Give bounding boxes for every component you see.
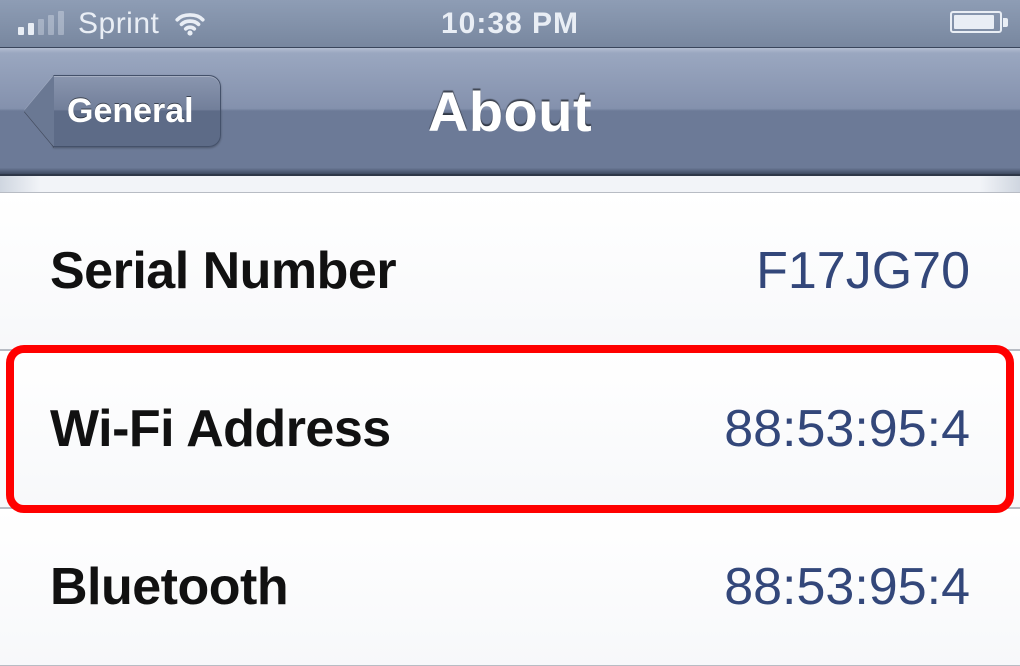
battery-icon [950,11,1002,33]
row-value: F17JG70 [756,241,970,301]
back-button[interactable]: General [24,75,221,147]
row-wifi-address[interactable]: Wi-Fi Address 88:53:95:4 [0,351,1020,509]
status-right-cluster [950,7,1002,41]
row-value: 88:53:95:4 [724,557,970,617]
list-container: Serial Number F17JG70 Wi-Fi Address 88:5… [0,176,1020,666]
signal-bars-icon [18,13,64,35]
back-button-label: General [67,92,194,131]
row-label: Wi-Fi Address [50,399,391,459]
nav-bar: General About [0,48,1020,176]
clock: 10:38 PM [441,7,579,41]
row-serial-number[interactable]: Serial Number F17JG70 [0,193,1020,351]
row-label: Serial Number [50,241,396,301]
about-list: Serial Number F17JG70 Wi-Fi Address 88:5… [0,192,1020,666]
page-title: About [428,79,592,144]
row-bluetooth[interactable]: Bluetooth 88:53:95:4 [0,509,1020,666]
carrier-label: Sprint [78,7,159,41]
status-bar: Sprint 10:38 PM [0,0,1020,48]
wifi-icon [173,7,207,41]
row-value: 88:53:95:4 [724,399,970,459]
status-left-cluster: Sprint [18,7,207,41]
row-label: Bluetooth [50,557,288,617]
back-arrow-icon [24,75,54,147]
